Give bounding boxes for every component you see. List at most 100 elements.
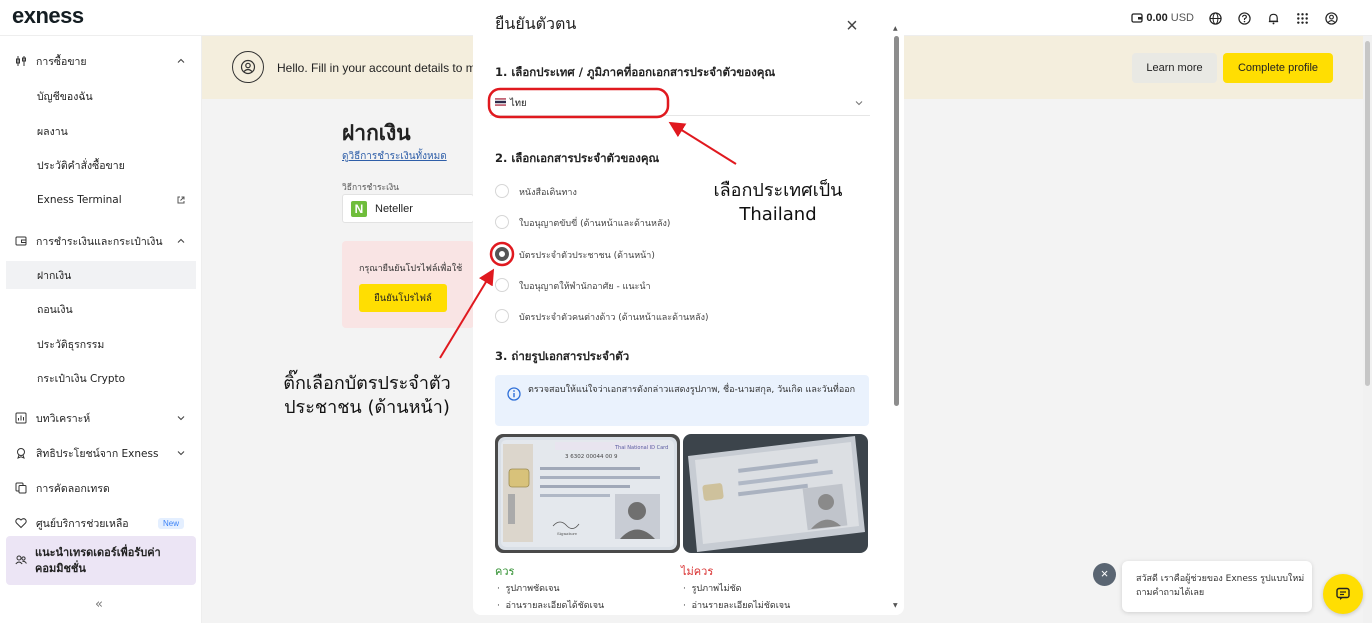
bell-icon[interactable] <box>1266 11 1280 25</box>
top-bar-actions: 0.00 USD <box>1131 0 1372 36</box>
chat-close-button[interactable]: × <box>1093 563 1116 586</box>
chevron-up-icon <box>177 238 185 243</box>
copy-trading-icon <box>15 482 27 494</box>
info-text: ตรวจสอบให้แน่ใจว่าเอกสารดังกล่าวแสดงรูปภ… <box>528 385 856 395</box>
payment-method-select[interactable]: N Neteller <box>342 194 474 223</box>
id-card-heading: Thai National ID Card <box>614 445 668 451</box>
radio-button[interactable] <box>495 215 509 229</box>
sidebar-item-performance[interactable]: ผลงาน <box>0 122 202 140</box>
radio-button-selected[interactable] <box>495 247 509 261</box>
scrollbar-thumb[interactable] <box>894 36 899 406</box>
info-icon <box>507 387 521 401</box>
banner-message: Hello. Fill in your account details to m… <box>277 61 483 75</box>
chat-launcher-button[interactable] <box>1323 574 1363 614</box>
radio-button[interactable] <box>495 184 509 198</box>
doc-option-label: ใบอนุญาตขับขี่ (ด้านหน้าและด้านหลัง) <box>519 219 671 229</box>
sidebar-item-label: แนะนำเทรดเดอร์เพื่อรับค่าคอมมิชชั่น <box>35 546 161 575</box>
exness-logo[interactable]: exness <box>12 3 84 29</box>
sidebar-item-exness-terminal[interactable]: Exness Terminal <box>0 191 202 209</box>
sidebar-item-label: ถอนเงิน <box>37 303 73 316</box>
analytics-icon <box>15 412 27 424</box>
sidebar-item-copy-trading[interactable]: การคัดลอกเทรด <box>0 479 202 497</box>
complete-profile-button[interactable]: Complete profile <box>1223 53 1333 83</box>
user-profile-icon[interactable] <box>1324 11 1338 25</box>
sidebar-item-label: ศูนย์บริการช่วยเหลือ <box>36 517 129 530</box>
sidebar-item-label: ประวัติธุรกรรม <box>37 338 105 351</box>
sidebar-item-label: กระเป๋าเงิน Crypto <box>37 372 126 385</box>
page-scrollbar[interactable] <box>1363 36 1372 623</box>
doc-option-label: ใบอนุญาตให้พำนักอาศัย - แนะนำ <box>519 282 651 292</box>
bad-heading: ไม่ควร <box>681 565 714 578</box>
sidebar-item-my-accounts[interactable]: บัญชีของฉัน <box>0 87 202 105</box>
sidebar-item-withdrawal[interactable]: ถอนเงิน <box>0 300 202 318</box>
good-id-example-image: Thai National ID Card 3 6302 00044 00 9 … <box>495 434 680 553</box>
sidebar-item-deposit[interactable]: ฝากเงิน <box>6 261 196 289</box>
annotation-line: เลือกประเทศเป็น <box>713 180 843 201</box>
doc-option-label: บัตรประจำตัวประชาชน (ด้านหน้า) <box>519 251 655 261</box>
radio-button[interactable] <box>495 278 509 292</box>
balance-amount: 0.00 <box>1146 12 1168 24</box>
sidebar-section-label: การชำระเงินและกระเป๋าเงิน <box>36 235 163 248</box>
sidebar-item-label: บัญชีของฉัน <box>37 90 93 103</box>
sidebar-item-label: ฝากเงิน <box>37 269 72 282</box>
chevron-down-icon <box>855 101 863 106</box>
good-point-text: รูปภาพชัดเจน <box>505 584 560 594</box>
sidebar-section-benefits[interactable]: สิทธิประโยชน์จาก Exness <box>0 444 202 462</box>
scrollbar-thumb[interactable] <box>1365 41 1370 386</box>
sidebar-section-label: บทวิเคราะห์ <box>36 412 91 425</box>
sidebar-collapse-button[interactable]: « <box>95 597 103 612</box>
bad-point: · รูปภาพไม่ชัด <box>683 584 742 594</box>
radio-button[interactable] <box>495 309 509 323</box>
globe-icon[interactable] <box>1208 11 1222 25</box>
benefits-icon <box>17 448 25 459</box>
good-heading: ควร <box>495 565 515 578</box>
doc-option-label: บัตรประจำตัวคนต่างด้าว (ด้านหน้าและด้านห… <box>519 313 709 323</box>
sidebar-item-help-center[interactable]: ศูนย์บริการช่วยเหลือ New <box>0 514 202 532</box>
verify-profile-card: กรุณายืนยันโปรไฟล์เพื่อใช้ ยืนยันโปรไฟล์ <box>342 241 474 328</box>
annotation-line: ติ๊กเลือกบัตรประจำตัว <box>283 373 451 394</box>
bad-point-text: อ่านรายละเอียดไม่ชัดเจน <box>691 601 791 611</box>
annotation-line: ประชาชน (ด้านหน้า) <box>284 397 450 418</box>
chat-greeting-bubble[interactable]: สวัสดี เราคือผู้ช่วยของ Exness รูปแบบใหม… <box>1122 561 1312 612</box>
sidebar-section-analytics[interactable]: บทวิเคราะห์ <box>0 409 202 427</box>
scroll-up-icon[interactable]: ▲ <box>893 25 898 32</box>
good-point: · อ่านรายละเอียดได้ชัดเจน <box>497 601 605 611</box>
id-card-number: 3 6302 00044 00 9 <box>565 454 618 460</box>
sidebar: การซื้อขาย บัญชีของฉัน ผลงาน ประวัติคำสั… <box>0 36 202 623</box>
thai-flag-icon <box>495 98 506 106</box>
sidebar-section-trading[interactable]: การซื้อขาย <box>0 52 202 70</box>
wallet-icon <box>1131 13 1143 23</box>
good-point-text: อ่านรายละเอียดได้ชัดเจน <box>505 601 605 611</box>
doc-option-alien-id[interactable]: บัตรประจำตัวคนต่างด้าว (ด้านหน้าและด้านห… <box>495 308 855 324</box>
sidebar-item-crypto-wallet[interactable]: กระเป๋าเงิน Crypto <box>0 369 202 387</box>
learn-more-button[interactable]: Learn more <box>1132 53 1217 83</box>
sidebar-section-payments[interactable]: การชำระเงินและกระเป๋าเงิน <box>0 232 202 250</box>
sidebar-item-label: Exness Terminal <box>37 194 122 206</box>
trading-icon <box>16 56 26 66</box>
annotation-line: Thailand <box>739 204 817 225</box>
sidebar-item-transaction-history[interactable]: ประวัติธุรกรรม <box>0 335 202 353</box>
doc-option-residence-permit[interactable]: ใบอนุญาตให้พำนักอาศัย - แนะนำ <box>495 277 855 293</box>
new-badge: New <box>158 517 185 529</box>
heart-icon <box>15 518 27 529</box>
doc-option-national-id[interactable]: บัตรประจำตัวประชาชน (ด้านหน้า) <box>495 246 855 262</box>
verify-message: กรุณายืนยันโปรไฟล์เพื่อใช้ <box>359 264 463 274</box>
modal-scrollbar[interactable]: ▲ ▼ <box>892 25 901 612</box>
sidebar-item-order-history[interactable]: ประวัติคำสั่งซื้อขาย <box>0 156 202 174</box>
neteller-logo: N <box>351 201 367 217</box>
balance-display[interactable]: 0.00 USD <box>1131 12 1194 24</box>
all-payment-methods-link[interactable]: ดูวิธีการชำระเงินทั้งหมด <box>342 149 447 164</box>
help-icon[interactable] <box>1237 11 1251 25</box>
verify-profile-button[interactable]: ยืนยันโปรไฟล์ <box>359 284 447 312</box>
people-icon <box>15 555 27 565</box>
wallet-icon <box>15 236 27 246</box>
bad-point-text: รูปภาพไม่ชัด <box>691 584 742 594</box>
sidebar-item-refer-trader[interactable]: แนะนำเทรดเดอร์เพื่อรับค่าคอมมิชชั่น <box>6 536 196 585</box>
chevron-down-icon <box>177 451 185 456</box>
scroll-down-icon[interactable]: ▼ <box>893 602 898 609</box>
country-select[interactable]: ไทย <box>490 90 870 116</box>
selected-country: ไทย <box>510 98 527 109</box>
close-icon[interactable]: × <box>844 16 860 36</box>
apps-grid-icon[interactable] <box>1295 11 1309 25</box>
signature-text: Signature <box>557 531 578 536</box>
